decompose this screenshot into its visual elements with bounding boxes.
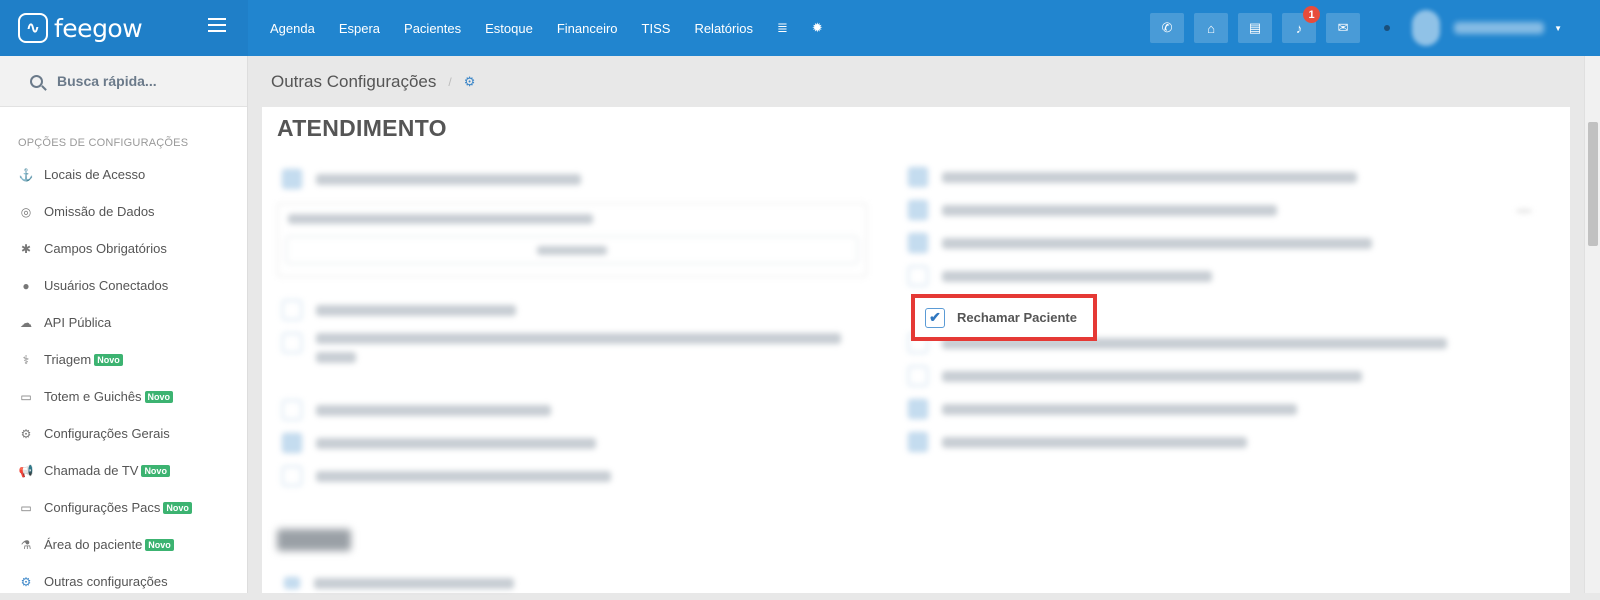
blurred-option[interactable] (908, 200, 1277, 220)
blurred-section-title (277, 529, 351, 551)
blurred-option[interactable] (908, 266, 1212, 286)
blurred-option[interactable] (282, 400, 551, 420)
sidebar-item-configuracoes-pacs[interactable]: ▭ Configurações Pacs Novo (0, 489, 247, 526)
nav-financeiro[interactable]: Financeiro (557, 21, 618, 36)
page-scrollbar[interactable] (1584, 56, 1600, 593)
flask-icon: ⚗ (20, 537, 32, 552)
chat-icon[interactable]: ✉ (1326, 13, 1361, 43)
blurred-option[interactable] (282, 433, 596, 453)
megaphone-icon: 📢 (18, 463, 34, 478)
heartbeat-icon: ∿ (18, 13, 48, 43)
sidebar: Busca rápida... OPÇÕES DE CONFIGURAÇÕES … (0, 56, 248, 593)
settings-panel: ATENDIMENTO (262, 107, 1570, 593)
breadcrumb: Outras Configurações / ⚙ (249, 56, 1584, 107)
asterisk-icon: ✱ (20, 241, 32, 256)
scrollbar-thumb[interactable] (1588, 122, 1598, 246)
blurred-option[interactable] (908, 167, 1357, 187)
nav-agenda[interactable]: Agenda (270, 21, 315, 36)
blurred-option[interactable] (282, 169, 581, 189)
nav-tiss[interactable]: TISS (642, 21, 671, 36)
stethoscope-icon: ⚕ (22, 352, 30, 367)
nav-estoque[interactable]: Estoque (485, 21, 533, 36)
quick-search[interactable]: Busca rápida... (0, 56, 247, 107)
avatar[interactable] (1412, 10, 1441, 46)
novo-badge: Novo (145, 538, 174, 551)
brand: ∿ feegow (0, 0, 248, 56)
status-dot (1384, 25, 1391, 31)
sidebar-header: OPÇÕES DE CONFIGURAÇÕES (18, 137, 189, 149)
novo-badge: Novo (141, 464, 170, 477)
divider (1517, 210, 1531, 212)
sidebar-item-chamada-de-tv[interactable]: 📢 Chamada de TV Novo (0, 452, 247, 489)
cloud-icon: ☁ (20, 315, 32, 330)
sidebar-list: ⚓ Locais de Acesso ◎ Omissão de Dados ✱ Cam… (0, 156, 247, 600)
blurred-select-group[interactable] (277, 203, 867, 277)
blurred-option[interactable] (284, 577, 514, 589)
eye-slash-icon: ◎ (20, 204, 32, 219)
blurred-option[interactable] (908, 432, 1247, 452)
rechamar-paciente-label: Rechamar Paciente (957, 310, 1077, 325)
blurred-option[interactable] (908, 233, 1372, 253)
blurred-option[interactable] (908, 399, 1297, 419)
sidebar-item-omissao-de-dados[interactable]: ◎ Omissão de Dados (0, 193, 247, 230)
rechamar-paciente-checkbox[interactable]: ✔ (925, 307, 945, 328)
phone-icon[interactable]: ✆ (1150, 13, 1185, 43)
bell-icon[interactable]: ♪ 1 (1282, 6, 1321, 43)
blurred-option[interactable] (282, 333, 841, 363)
user-name-blurred[interactable] (1454, 22, 1545, 34)
laptop-icon: ▭ (20, 389, 32, 404)
nav-pacientes[interactable]: Pacientes (404, 21, 461, 36)
sidebar-item-totem-e-guiches[interactable]: ▭ Totem e Guichês Novo (0, 378, 247, 415)
page-title: Outras Configurações (271, 71, 437, 91)
novo-badge: Novo (144, 390, 174, 403)
blurred-option[interactable] (282, 466, 611, 486)
search-icon (30, 74, 43, 88)
chevron-down-icon[interactable]: ▼ (1554, 24, 1562, 33)
user-icon: ● (22, 278, 30, 293)
blurred-option[interactable] (908, 366, 1362, 386)
inbox-icon[interactable]: ⌂ (1194, 13, 1229, 43)
laptop-icon: ▭ (20, 500, 32, 515)
breadcrumb-separator: / (448, 74, 452, 89)
card-icon[interactable]: ▤ (1238, 13, 1273, 43)
gears-icon: ⚙ (20, 426, 32, 441)
sidebar-item-triagem[interactable]: ⚕ Triagem Novo (0, 341, 247, 378)
notification-badge: 1 (1303, 6, 1321, 23)
section-title: ATENDIMENTO (277, 115, 447, 141)
top-actions: ✆ ⌂ ▤ ♪ 1 ✉ ▼ (1150, 0, 1600, 56)
sidebar-item-api-publica[interactable]: ☁ API Pública (0, 304, 247, 341)
top-navbar: ∿ feegow Agenda Espera Pacientes Estoque… (0, 0, 1600, 56)
gears-icon: ⚙ (20, 574, 32, 589)
brand-name: feegow (54, 13, 143, 43)
nav-relatorios[interactable]: Relatórios (694, 21, 753, 36)
database-icon[interactable]: ≣ (777, 20, 788, 36)
gear-icon[interactable]: ✹ (812, 20, 823, 36)
hamburger-menu-icon[interactable] (208, 18, 226, 32)
search-input[interactable]: Busca rápida... (57, 73, 157, 89)
novo-badge: Novo (94, 353, 123, 366)
main-nav: Agenda Espera Pacientes Estoque Financei… (270, 0, 847, 56)
sidebar-item-outras-configuracoes[interactable]: ⚙ Outras configurações (0, 563, 247, 600)
highlighted-option-rechamar-paciente[interactable]: ✔ Rechamar Paciente (911, 294, 1097, 341)
blurred-option[interactable] (282, 300, 516, 320)
gears-icon[interactable]: ⚙ (464, 74, 476, 90)
anchor-icon: ⚓ (18, 167, 34, 182)
sidebar-item-area-do-paciente[interactable]: ⚗ Área do paciente Novo (0, 526, 247, 563)
sidebar-item-campos-obrigatorios[interactable]: ✱ Campos Obrigatórios (0, 230, 247, 267)
nav-espera[interactable]: Espera (339, 21, 380, 36)
sidebar-item-configuracoes-gerais[interactable]: ⚙ Configurações Gerais (0, 415, 247, 452)
novo-badge: Novo (163, 501, 192, 514)
sidebar-item-usuarios-conectados[interactable]: ● Usuários Conectados (0, 267, 247, 304)
sidebar-item-locais-de-acesso[interactable]: ⚓ Locais de Acesso (0, 156, 247, 193)
